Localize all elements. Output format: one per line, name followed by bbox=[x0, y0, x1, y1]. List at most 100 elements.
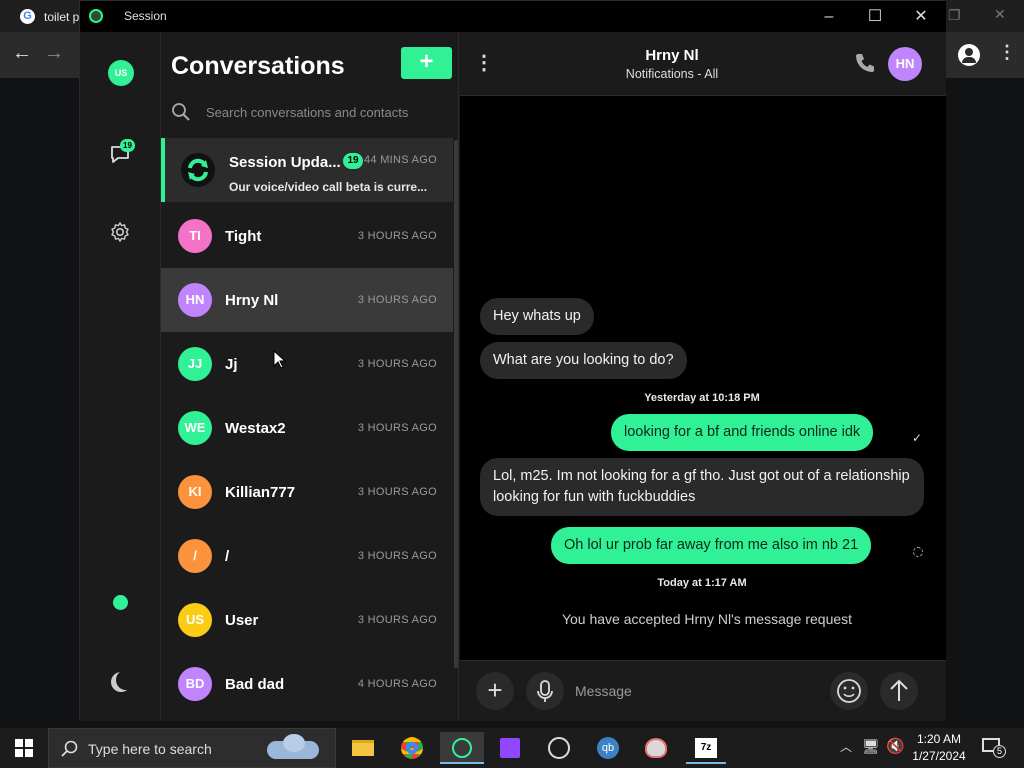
chat-area: ⋮ Hrny Nl Notifications - All HN Hey wha… bbox=[460, 32, 946, 721]
settings-nav[interactable] bbox=[109, 221, 131, 243]
paint-icon[interactable] bbox=[636, 732, 676, 764]
contact-avatar: TI bbox=[178, 219, 212, 253]
back-icon[interactable]: ← bbox=[12, 42, 32, 65]
google-icon: G bbox=[20, 9, 35, 24]
notification-center[interactable]: 5 bbox=[982, 738, 1006, 758]
moon-icon[interactable] bbox=[116, 670, 136, 690]
conversation-name: Killian777 bbox=[225, 484, 296, 501]
message-outgoing: Oh lol ur prob far away from me also im … bbox=[551, 527, 872, 564]
left-rail: US 19 bbox=[80, 32, 161, 721]
forward-icon[interactable]: → bbox=[44, 42, 64, 65]
conversation-item-session-updates[interactable]: Session Upda... 19 44 MINS AGO Our voice… bbox=[161, 138, 453, 202]
conversation-name: Tight bbox=[225, 228, 262, 245]
conversation-name: Session Upda... bbox=[229, 154, 341, 171]
taskbar-search-input[interactable]: Type here to search bbox=[88, 741, 212, 757]
message-outgoing: looking for a bf and friends online idk bbox=[611, 414, 874, 451]
chat-options-icon[interactable]: ⋮ bbox=[474, 50, 494, 75]
twitch-icon[interactable] bbox=[490, 732, 530, 764]
contact-avatar: KI bbox=[178, 475, 212, 509]
date-separator: Today at 1:17 AM bbox=[657, 577, 747, 589]
search-bar[interactable]: Search conversations and contacts bbox=[169, 96, 453, 128]
clock-date: 1/27/2024 bbox=[912, 749, 966, 763]
browser-menu-icon[interactable]: ⋮ bbox=[998, 42, 1016, 63]
attach-button[interactable]: + bbox=[476, 672, 514, 710]
contact-name: Hrny Nl bbox=[645, 47, 699, 64]
profile-icon[interactable] bbox=[958, 44, 980, 66]
taskbar: Type here to search qb 7z ︿ 🖥 🔇 1:20 AM … bbox=[0, 728, 1024, 768]
contact-avatar: / bbox=[178, 539, 212, 573]
unread-badge: 19 bbox=[120, 139, 135, 152]
phone-icon[interactable] bbox=[854, 52, 876, 74]
browser-tab-title[interactable]: toilet p bbox=[44, 10, 79, 24]
conversation-item[interactable]: US User 3 HOURS AGO bbox=[161, 588, 453, 652]
online-status-dot bbox=[113, 595, 128, 610]
chat-title-block[interactable]: Hrny Nl Notifications - All bbox=[600, 47, 744, 81]
send-button[interactable] bbox=[880, 672, 918, 710]
conversation-preview: Our voice/video call beta is curre... bbox=[229, 180, 428, 194]
contact-avatar: HN bbox=[178, 283, 212, 317]
network-icon[interactable]: 🖥 bbox=[862, 738, 880, 755]
contact-avatar: BD bbox=[178, 667, 212, 701]
app-title: Session bbox=[124, 9, 167, 23]
messages-nav[interactable]: 19 bbox=[108, 139, 135, 166]
smiley-icon bbox=[837, 679, 861, 703]
clock[interactable]: 1:20 AM 1/27/2024 bbox=[906, 731, 972, 765]
session-titlebar: Session – ☐ ✕ bbox=[80, 1, 946, 32]
conversation-time: 4 HOURS AGO bbox=[357, 678, 437, 690]
user-avatar[interactable]: US bbox=[108, 60, 134, 86]
minimize-button[interactable]: – bbox=[806, 4, 852, 30]
browser-close-icon[interactable]: ✕ bbox=[994, 6, 1006, 23]
tray-chevron-icon[interactable]: ︿ bbox=[840, 738, 852, 755]
conversations-panel: Conversations + Search conversations and… bbox=[161, 32, 459, 721]
conversation-time: 3 HOURS AGO bbox=[357, 550, 437, 562]
conversation-list-scrollbar[interactable] bbox=[454, 140, 458, 668]
qbittorrent-icon[interactable]: qb bbox=[588, 732, 628, 764]
conversation-time: 44 MINS AGO bbox=[364, 154, 437, 166]
session-logo-icon bbox=[89, 9, 103, 23]
conversation-time: 3 HOURS AGO bbox=[357, 614, 437, 626]
taskbar-search-box[interactable]: Type here to search bbox=[48, 728, 336, 768]
conversation-item[interactable]: BD Bad dad 4 HOURS AGO bbox=[161, 652, 453, 716]
date-separator: Yesterday at 10:18 PM bbox=[644, 392, 760, 404]
message-input[interactable]: Message bbox=[575, 683, 632, 699]
conversation-item-selected[interactable]: HN Hrny Nl 3 HOURS AGO bbox=[161, 268, 453, 332]
conversation-item[interactable]: / / 3 HOURS AGO bbox=[161, 524, 453, 588]
conversation-item[interactable]: TI Tight 3 HOURS AGO bbox=[161, 204, 453, 268]
maximize-button[interactable]: ☐ bbox=[852, 4, 898, 30]
emoji-button[interactable] bbox=[830, 672, 868, 710]
chat-header: ⋮ Hrny Nl Notifications - All HN bbox=[460, 32, 946, 96]
message-incoming: What are you looking to do? bbox=[480, 342, 687, 379]
chrome-icon[interactable] bbox=[392, 732, 432, 764]
conversation-item[interactable]: KI Killian777 3 HOURS AGO bbox=[161, 460, 453, 524]
accent-bar bbox=[161, 138, 165, 202]
conversation-item[interactable]: WE Westax2 3 HOURS AGO bbox=[161, 396, 453, 460]
arrow-up-icon bbox=[890, 679, 908, 701]
conversation-time: 3 HOURS AGO bbox=[357, 230, 437, 242]
obs-icon[interactable] bbox=[539, 732, 579, 764]
notifications-subtitle: Notifications - All bbox=[625, 67, 719, 81]
conversation-name: User bbox=[225, 612, 259, 629]
contact-header-avatar[interactable]: HN bbox=[888, 47, 922, 81]
microphone-button[interactable] bbox=[526, 672, 564, 710]
contact-avatar: JJ bbox=[178, 347, 212, 381]
session-window: Session – ☐ ✕ US 19 Conversations + Sear… bbox=[79, 0, 946, 721]
message-request-info: You have accepted Hrny Nl's message requ… bbox=[561, 611, 853, 627]
browser-restore-icon[interactable]: ❐ bbox=[948, 7, 961, 24]
conversation-name: Westax2 bbox=[225, 420, 286, 437]
unread-count-badge: 19 bbox=[343, 153, 363, 169]
conversation-name: Bad dad bbox=[225, 676, 285, 693]
conversation-time: 3 HOURS AGO bbox=[357, 294, 437, 306]
microphone-icon bbox=[537, 680, 553, 702]
file-explorer-icon[interactable] bbox=[343, 732, 383, 764]
session-taskbar-icon[interactable] bbox=[440, 732, 484, 764]
conversation-name: / bbox=[225, 548, 230, 565]
conversation-name: Jj bbox=[225, 356, 238, 373]
close-button[interactable]: ✕ bbox=[898, 4, 944, 30]
windows-start-icon[interactable] bbox=[4, 732, 44, 764]
7zip-icon[interactable]: 7z bbox=[686, 732, 726, 764]
conversation-time: 3 HOURS AGO bbox=[357, 358, 437, 370]
search-input[interactable]: Search conversations and contacts bbox=[206, 105, 408, 120]
volume-muted-icon[interactable]: 🔇 bbox=[886, 737, 905, 755]
new-conversation-button[interactable]: + bbox=[401, 47, 452, 79]
conversation-item[interactable]: JJ Jj 3 HOURS AGO bbox=[161, 332, 453, 396]
